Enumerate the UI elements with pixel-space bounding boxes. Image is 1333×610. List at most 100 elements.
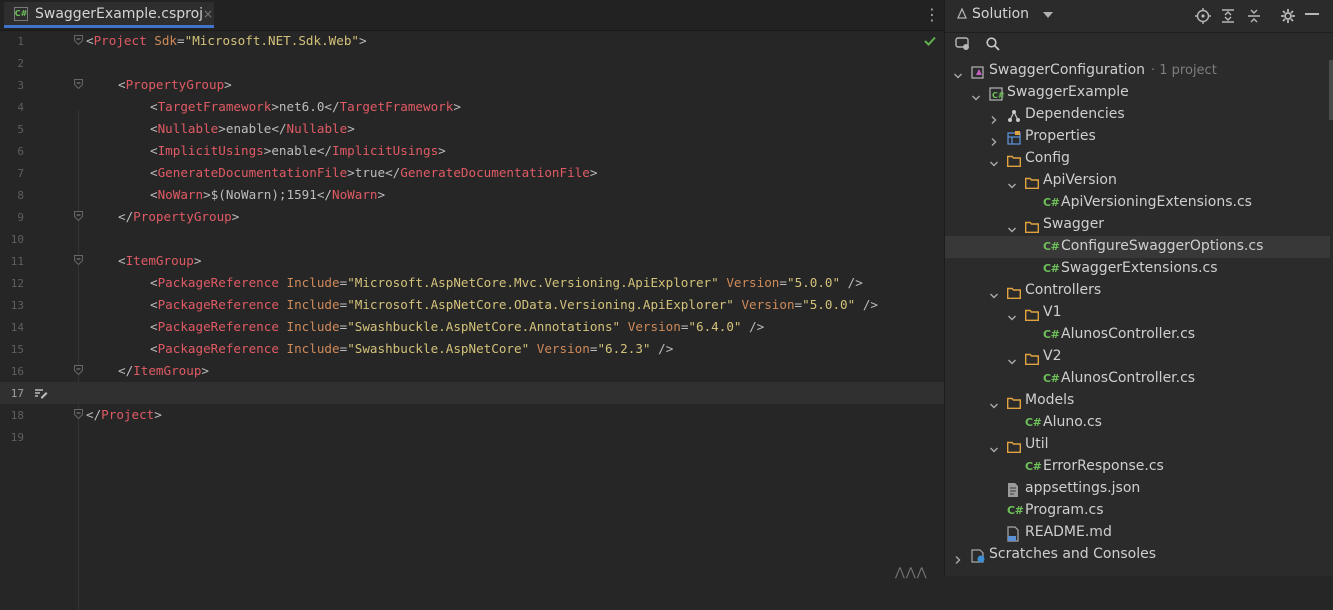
chevron-right-icon[interactable]: [953, 550, 963, 564]
tree-item[interactable]: V2: [945, 346, 1330, 368]
code-line[interactable]: 16 </ItemGroup>: [0, 360, 944, 382]
chevron-right-icon[interactable]: [989, 110, 999, 124]
close-icon[interactable]: ×: [203, 7, 213, 21]
tree-item[interactable]: C# AlunosController.cs: [945, 368, 1330, 390]
gear-icon[interactable]: [1280, 8, 1296, 24]
chevron-down-icon[interactable]: [989, 154, 999, 167]
tree-item[interactable]: Properties: [945, 126, 1330, 148]
tree-item[interactable]: C# ErrorResponse.cs: [945, 456, 1330, 478]
code-line[interactable]: 3 <PropertyGroup>: [0, 74, 944, 96]
token-text: $(NoWarn);1591: [210, 187, 317, 202]
code-line[interactable]: 13 <PackageReference Include = "Microsoft.A…: [0, 294, 944, 316]
code-line[interactable]: 7 <GenerateDocumentationFile>true</Genera…: [0, 162, 944, 184]
chevron-down-icon[interactable]: [1007, 352, 1017, 365]
code-line[interactable]: 1 <Project Sdk="Microsoft.NET.Sdk.Web">: [0, 30, 944, 52]
token-text: enable: [271, 143, 317, 158]
code-text: <PackageReference Include = "Microsoft.Asp…: [150, 275, 863, 290]
tree-item[interactable]: C# SwaggerExtensions.cs: [945, 258, 1330, 280]
tree-item-label: Aluno.cs: [1043, 414, 1102, 430]
vertical-ellipsis-icon[interactable]: ⋮: [924, 6, 940, 24]
tree-item[interactable]: Swagger: [945, 214, 1330, 236]
tree-item[interactable]: Scratches and Consoles: [945, 544, 1330, 566]
tree-item[interactable]: Controllers: [945, 280, 1330, 302]
fold-marker-icon[interactable]: [74, 211, 83, 221]
tree-item[interactable]: V1: [945, 302, 1330, 324]
code-line[interactable]: 12 <PackageReference Include = "Microsoft.A…: [0, 272, 944, 294]
tree-item[interactable]: SwaggerConfiguration · 1 project: [945, 60, 1330, 82]
expand-all-icon[interactable]: [1220, 8, 1236, 24]
tree-item[interactable]: appsettings.json: [945, 478, 1330, 500]
code-line[interactable]: 19: [0, 426, 944, 448]
scrollbar[interactable]: [1329, 60, 1333, 120]
tree-item-text: V1: [1043, 304, 1062, 320]
tree-item[interactable]: C# SwaggerExample: [945, 82, 1330, 104]
code-line[interactable]: 4 <TargetFramework>net6.0</TargetFramewor…: [0, 96, 944, 118]
token-tag: ImplicitUsings: [157, 143, 264, 158]
code-line[interactable]: 18 </Project>: [0, 404, 944, 426]
tree-item-text: Aluno.cs: [1043, 414, 1102, 430]
code-line[interactable]: 8 <NoWarn>$(NoWarn);1591</NoWarn>: [0, 184, 944, 206]
chevron-down-icon[interactable]: [971, 88, 981, 101]
folder-icon: [1007, 284, 1021, 299]
locate-icon[interactable]: [1195, 8, 1211, 24]
line-number: 16: [10, 365, 24, 378]
tree-item[interactable]: Models: [945, 390, 1330, 412]
code-line[interactable]: 10: [0, 228, 944, 250]
solution-title-dropdown[interactable]: Solution: [957, 6, 1054, 22]
tree-item[interactable]: README.md: [945, 522, 1330, 544]
search-icon[interactable]: [986, 37, 1000, 51]
chevron-down-icon[interactable]: [989, 440, 999, 453]
chevron-down-icon[interactable]: [1007, 176, 1017, 189]
token-bracket: >: [438, 143, 446, 158]
line-number: 18: [10, 409, 24, 422]
code-area[interactable]: 1 <Project Sdk="Microsoft.NET.Sdk.Web"> 2 3…: [0, 30, 944, 610]
edit-icon[interactable]: [34, 385, 48, 404]
token-tag: ItemGroup: [125, 253, 194, 268]
line-number: 4: [17, 101, 24, 114]
chevron-down-icon[interactable]: [1007, 220, 1017, 233]
tree-item[interactable]: Config: [945, 148, 1330, 170]
tab-swaggerexample-csproj[interactable]: C# SwaggerExample.csproj ×: [4, 2, 214, 28]
token-tag: Project: [101, 407, 155, 422]
code-line[interactable]: 11 <ItemGroup>: [0, 250, 944, 272]
code-line[interactable]: 17: [0, 382, 944, 404]
code-editor[interactable]: C# SwaggerExample.csproj × ⋮ 1 <Project S…: [0, 0, 944, 610]
fold-marker-icon[interactable]: [74, 79, 83, 89]
folder-icon: [1007, 438, 1021, 453]
tree-item-label: README.md: [1025, 524, 1112, 540]
tree-item[interactable]: ApiVersion: [945, 170, 1330, 192]
fold-marker-icon[interactable]: [74, 409, 83, 419]
fold-marker-icon[interactable]: [74, 35, 83, 45]
fold-marker-icon[interactable]: [74, 255, 83, 265]
token-tag: NoWarn: [157, 187, 204, 202]
tree-item[interactable]: C# Program.cs: [945, 500, 1330, 522]
csharp-file-icon: C#: [1043, 262, 1060, 275]
code-line[interactable]: 2: [0, 52, 944, 74]
chevron-down-icon[interactable]: [989, 286, 999, 299]
code-line[interactable]: 9 </PropertyGroup>: [0, 206, 944, 228]
code-line[interactable]: 5 <Nullable>enable</Nullable>: [0, 118, 944, 140]
json-file-icon: [1007, 482, 1021, 497]
tree-item[interactable]: C# Aluno.cs: [945, 412, 1330, 434]
fold-marker-icon[interactable]: [74, 365, 83, 375]
tree-item[interactable]: C# ApiVersioningExtensions.cs: [945, 192, 1330, 214]
chevron-down-icon[interactable]: [953, 66, 963, 79]
tree-item[interactable]: Dependencies: [945, 104, 1330, 126]
code-line[interactable]: 14 <PackageReference Include="Swashbuckle…: [0, 316, 944, 338]
minimize-icon[interactable]: [1305, 12, 1319, 16]
code-line[interactable]: 15 <PackageReference Include="Swashbuckle…: [0, 338, 944, 360]
tree-item-label: SwaggerExtensions.cs: [1061, 260, 1218, 276]
chevron-down-icon[interactable]: [1007, 308, 1017, 321]
tree-item-text: Program.cs: [1025, 502, 1104, 518]
chevron-down-icon[interactable]: [989, 396, 999, 409]
tree-item[interactable]: C# ConfigureSwaggerOptions.cs: [945, 236, 1330, 258]
show-files-icon[interactable]: [955, 37, 971, 51]
token-tag: PropertyGroup: [133, 209, 232, 224]
tree-item[interactable]: Util: [945, 434, 1330, 456]
tree-item[interactable]: C# AlunosController.cs: [945, 324, 1330, 346]
collapse-all-icon[interactable]: [1246, 8, 1262, 24]
tree-item-label: Dependencies: [1025, 106, 1125, 122]
code-line[interactable]: 6 <ImplicitUsings>enable</ImplicitUsings>: [0, 140, 944, 162]
chevron-right-icon[interactable]: [989, 132, 999, 146]
